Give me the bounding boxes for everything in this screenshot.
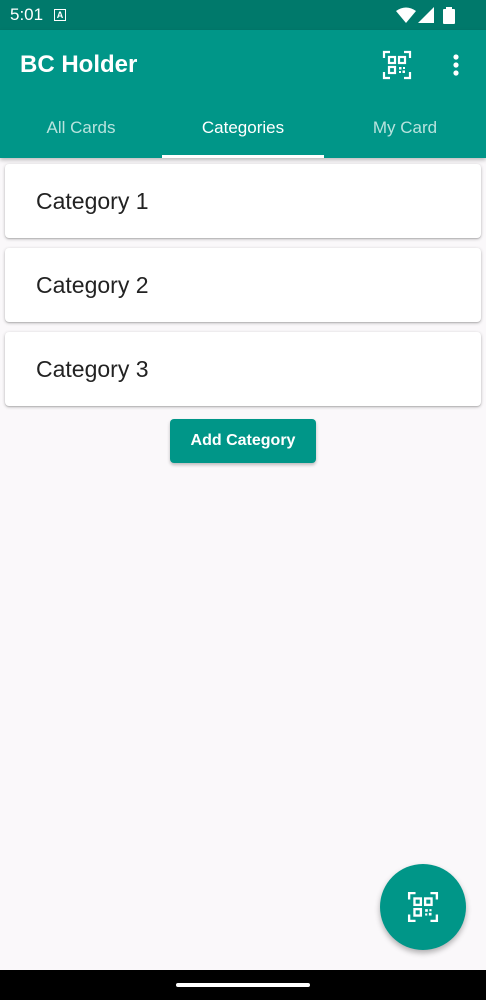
category-label: Category 2 [36,272,149,298]
category-card-2[interactable]: Category 2 [5,248,481,322]
qr-scan-icon [407,891,439,923]
tab-all-cards[interactable]: All Cards [0,98,162,158]
status-bar: 5:01 A [0,0,486,30]
navigation-bar [0,970,486,1000]
scan-fab-button[interactable] [380,864,466,950]
tab-my-card[interactable]: My Card [324,98,486,158]
battery-icon [443,7,455,24]
category-label: Category 1 [36,188,149,214]
wifi-icon [396,7,416,23]
signal-icon [418,7,434,23]
tab-categories[interactable]: Categories [162,98,324,158]
category-card-3[interactable]: Category 3 [5,332,481,406]
category-card-1[interactable]: Category 1 [5,164,481,238]
qr-scan-icon[interactable] [382,50,412,80]
category-label: Category 3 [36,356,149,382]
status-time: 5:01 [10,5,44,24]
add-category-button[interactable]: Add Category [170,419,316,463]
more-vert-icon[interactable] [446,50,466,80]
tab-bar: All Cards Categories My Card [0,98,486,158]
home-gesture-handle[interactable] [176,983,310,987]
notification-icon: A [54,9,66,21]
app-title: BC Holder [20,51,138,78]
app-bar: BC Holder All Cards Categories My Card [0,30,486,158]
